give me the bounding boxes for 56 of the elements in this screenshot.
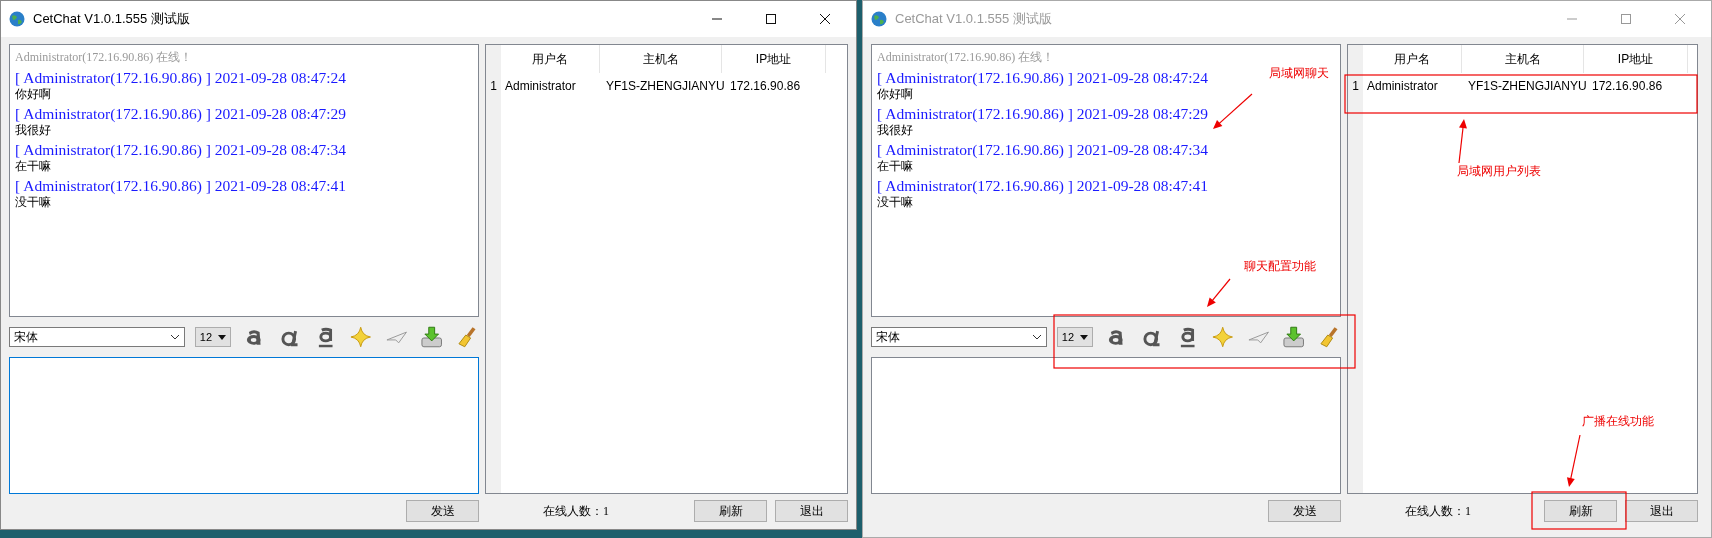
table-cell-text: 172.16.90.86	[729, 79, 802, 93]
chevron-icon	[1031, 334, 1042, 340]
message-header: [ Administrator(172.16.90.86) ] 2021-09-28 08:47:29	[15, 104, 347, 123]
online-count: 在线人数：1	[543, 502, 609, 520]
row-number: 1	[489, 79, 498, 93]
message-header: [ Administrator(172.16.90.86) ] 2021-09-28 08:47:41	[15, 176, 347, 195]
message-input[interactable]	[9, 357, 479, 494]
message-text: 你好啊	[15, 87, 51, 102]
table-cell-text: YF1S-ZHENGJIANYU	[1467, 79, 1584, 93]
maximize-icon[interactable]	[765, 13, 777, 25]
online-count: 在线人数：1	[1405, 502, 1471, 520]
size-dropdown[interactable]: 12	[194, 327, 232, 347]
download-tray-icon[interactable]	[420, 325, 444, 349]
online-status-line: Administrator(172.16.90.86) 在线！	[15, 49, 193, 66]
table-cell-text: 172.16.90.86	[1591, 79, 1664, 93]
message-header: [ Administrator(172.16.90.86) ] 2021-09-28 08:47:34	[15, 140, 347, 159]
message-text: 你好啊	[877, 87, 913, 102]
font-dropdown[interactable]: 宋体	[9, 327, 185, 347]
message-text: 在干嘛	[15, 159, 51, 174]
globe-icon	[871, 11, 887, 27]
message-text: 我很好	[877, 123, 913, 138]
online-status-line: Administrator(172.16.90.86) 在线！	[877, 49, 1055, 66]
message-text: 我很好	[15, 123, 51, 138]
annotation-arrow	[1207, 278, 1231, 307]
column-header[interactable]: 主机名	[600, 45, 722, 73]
message-text: 在干嘛	[877, 159, 913, 174]
table-cell-text: Administrator	[1366, 79, 1439, 93]
refresh-button[interactable]: 刷新	[694, 500, 767, 522]
send-button[interactable]: 发送	[406, 500, 479, 522]
annotation-label: 广播在线功能	[1582, 413, 1654, 430]
table-cell-text: YF1S-ZHENGJIANYU	[605, 79, 722, 93]
close-icon[interactable]	[819, 13, 831, 25]
column-header[interactable]: IP地址	[722, 45, 826, 73]
message-header: [ Administrator(172.16.90.86) ] 2021-09-28 08:47:34	[877, 140, 1209, 159]
message-header: [ Administrator(172.16.90.86) ] 2021-09-28 08:47:24	[877, 68, 1209, 87]
annotation-label: 聊天配置功能	[1244, 258, 1316, 275]
annotation-label: 局域网用户列表	[1457, 163, 1541, 180]
caret-icon	[1080, 334, 1089, 340]
window-title: CetChat V1.0.1.555 测试版	[33, 10, 190, 28]
message-text: 没干嘛	[15, 195, 51, 210]
star-icon[interactable]	[349, 325, 373, 349]
globe-icon	[9, 11, 25, 27]
annotation-label: 局域网聊天	[1269, 65, 1329, 82]
message-text: 没干嘛	[877, 195, 913, 210]
annotation-arrow	[1213, 93, 1253, 129]
message-header: [ Administrator(172.16.90.86) ] 2021-09-28 08:47:29	[877, 104, 1209, 123]
row-number: 1	[1351, 79, 1360, 93]
message-header: [ Administrator(172.16.90.86) ] 2021-09-28 08:47:41	[877, 176, 1209, 195]
annotation-arrow	[1458, 119, 1467, 164]
window-title: CetChat V1.0.1.555 测试版	[895, 10, 1052, 28]
exit-button[interactable]: 退出	[775, 500, 848, 522]
table-cell-text: Administrator	[504, 79, 577, 93]
message-header: [ Administrator(172.16.90.86) ] 2021-09-28 08:47:24	[15, 68, 347, 87]
caret-icon	[218, 334, 227, 340]
chevron-icon	[169, 334, 180, 340]
annotation-arrow	[1566, 434, 1581, 487]
